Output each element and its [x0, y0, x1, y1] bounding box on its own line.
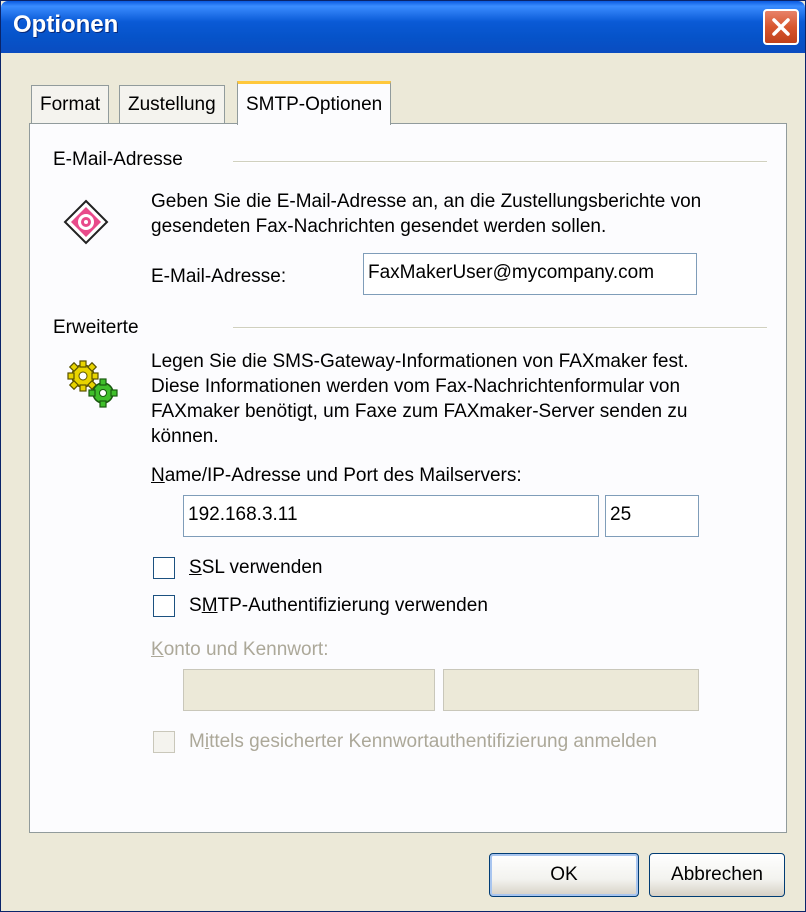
account-label-mnemonic: K: [151, 639, 164, 660]
cancel-button[interactable]: Abbrechen: [649, 853, 785, 897]
ssl-label-mnemonic: S: [189, 557, 202, 578]
window-title: Optionen: [13, 11, 119, 38]
mailserver-address-input[interactable]: 192.168.3.11: [183, 495, 599, 537]
advanced-section-heading: Erweiterte: [53, 317, 139, 338]
spa-checkbox[interactable]: [153, 731, 175, 753]
close-button[interactable]: [763, 9, 799, 45]
title-bar[interactable]: Optionen: [1, 1, 805, 53]
spa-label-text: ttels gesicherter Kennwortauthentifizier…: [209, 731, 657, 752]
smtp-auth-checkbox-label: SMTP-Authentifizierung verwenden: [189, 595, 488, 617]
tab-label: Format: [40, 93, 101, 115]
smtp-auth-label-prefix: S: [189, 595, 202, 616]
smtp-auth-checkbox-row[interactable]: SMTP-Authentifizierung verwenden: [153, 595, 488, 617]
mailserver-label-mnemonic: N: [151, 465, 165, 486]
spa-label-prefix: M: [189, 731, 205, 752]
mailserver-port-input[interactable]: 25: [605, 495, 699, 537]
tab-zustellung[interactable]: Zustellung: [119, 85, 225, 123]
ssl-checkbox-label: SSL verwenden: [189, 557, 322, 579]
smtp-auth-checkbox[interactable]: [153, 595, 175, 617]
email-description-line: gesendeten Fax-Nachrichten gesendet werd…: [151, 216, 607, 237]
options-dialog: Optionen Format Zustellung SMTP-Optionen…: [0, 0, 806, 912]
email-section-heading: E-Mail-Adresse: [53, 149, 183, 170]
tab-label: Zustellung: [128, 93, 216, 115]
email-target-icon: [61, 197, 111, 247]
account-password-label: Konto und Kennwort:: [151, 639, 328, 661]
tab-smtp-optionen[interactable]: SMTP-Optionen: [237, 81, 392, 125]
close-icon: [772, 18, 790, 36]
ssl-label-text: SL verwenden: [201, 557, 323, 578]
account-label-text: onto und Kennwort:: [163, 639, 329, 660]
email-description: Geben Sie die E-Mail-Adresse an, an die …: [151, 189, 791, 239]
mailserver-label-text: ame/IP-Adresse und Port des Mailservers:: [164, 465, 522, 486]
tab-format[interactable]: Format: [31, 85, 110, 123]
tab-label: SMTP-Optionen: [246, 93, 383, 115]
account-input[interactable]: [183, 669, 435, 711]
ok-button[interactable]: OK: [489, 853, 639, 897]
email-field-label: E-Mail-Adresse:: [151, 266, 287, 287]
email-field[interactable]: FaxMakerUser@mycompany.com: [363, 253, 697, 295]
ssl-checkbox-row[interactable]: SSL verwenden: [153, 557, 322, 579]
advanced-description-line: Diese Informationen werden vom Fax-Nachr…: [151, 376, 681, 397]
spa-checkbox-row[interactable]: Mittels gesicherter Kennwortauthentifizi…: [153, 731, 657, 753]
spa-checkbox-label: Mittels gesicherter Kennwortauthentifizi…: [189, 731, 657, 753]
advanced-section-divider: [233, 327, 767, 329]
email-section-divider: [233, 161, 767, 163]
advanced-description-line: FAXmaker benötigt, um Faxe zum FAXmaker-…: [151, 401, 688, 422]
mailserver-label: Name/IP-Adresse und Port des Mailservers…: [151, 465, 522, 487]
smtp-auth-label-mnemonic: M: [201, 595, 218, 616]
smtp-auth-label-text: TP-Authentifizierung verwenden: [217, 595, 488, 616]
advanced-description-line: Legen Sie die SMS-Gateway-Informationen …: [151, 351, 689, 372]
password-input[interactable]: [443, 669, 699, 711]
email-description-line: Geben Sie die E-Mail-Adresse an, an die …: [151, 191, 702, 212]
advanced-description-line: können.: [151, 426, 219, 447]
gears-icon: [63, 359, 123, 411]
ssl-checkbox[interactable]: [153, 557, 175, 579]
advanced-description: Legen Sie die SMS-Gateway-Informationen …: [151, 349, 791, 449]
